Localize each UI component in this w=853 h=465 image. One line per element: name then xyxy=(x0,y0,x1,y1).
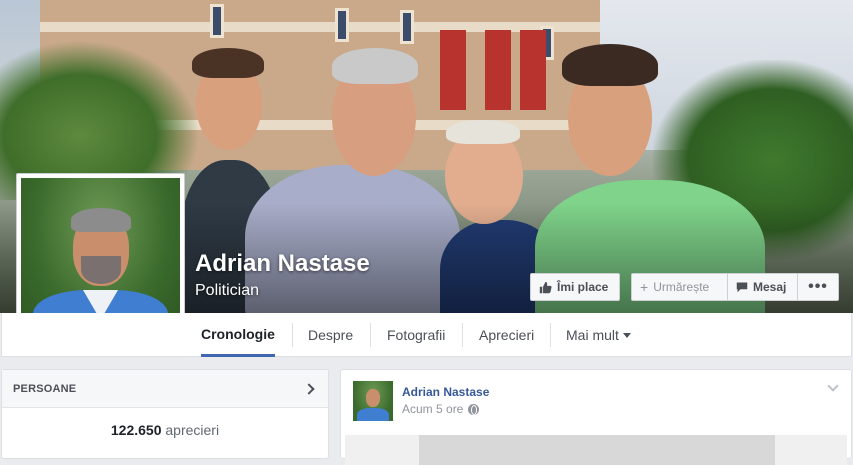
page-title[interactable]: Adrian Nastase xyxy=(195,250,370,278)
post-timestamp[interactable]: Acum 5 ore xyxy=(402,402,480,416)
chevron-right-icon[interactable] xyxy=(303,382,315,395)
follow-button-label: Urmărește xyxy=(653,280,710,294)
tab-label: Despre xyxy=(308,327,354,343)
likes-count[interactable]: 122.650 aprecieri xyxy=(2,422,328,438)
people-box-title: PERSOANE xyxy=(13,382,77,395)
chat-bubble-icon xyxy=(736,282,748,293)
post-author-name[interactable]: Adrian Nastase xyxy=(402,385,489,399)
plus-icon: + xyxy=(640,279,649,295)
tab-more[interactable]: Mai mult xyxy=(566,313,631,357)
tab-label: Cronologie xyxy=(201,325,275,342)
globe-icon xyxy=(468,403,480,415)
tab-about[interactable]: Despre xyxy=(308,313,353,357)
post-image xyxy=(419,435,775,465)
post-author-avatar[interactable] xyxy=(353,381,393,421)
likes-label: aprecieri xyxy=(165,422,220,438)
tab-timeline[interactable]: Cronologie xyxy=(201,313,275,357)
tab-likes[interactable]: Aprecieri xyxy=(479,313,534,357)
message-button[interactable]: Mesaj xyxy=(727,273,797,301)
caret-down-icon xyxy=(622,332,631,338)
message-button-label: Mesaj xyxy=(753,280,787,294)
follow-button[interactable]: + Urmărește xyxy=(631,273,727,301)
like-button[interactable]: Îmi place xyxy=(530,273,620,301)
people-box-header[interactable]: PERSOANE xyxy=(2,370,328,408)
post-time-label: Acum 5 ore xyxy=(402,402,464,416)
likes-number: 122.650 xyxy=(110,422,162,438)
like-button-label: Îmi place xyxy=(557,280,609,294)
more-options-button[interactable]: ••• xyxy=(797,273,839,301)
tab-label: Fotografii xyxy=(387,327,446,343)
page-category[interactable]: Politician xyxy=(195,282,259,300)
tab-photos[interactable]: Fotografii xyxy=(387,313,445,357)
tab-label: Aprecieri xyxy=(479,327,535,343)
thumbs-up-icon xyxy=(539,281,552,293)
chevron-down-icon[interactable] xyxy=(827,380,839,392)
people-box: PERSOANE 122.650 aprecieri xyxy=(1,369,329,459)
ellipsis-icon: ••• xyxy=(808,278,828,295)
timeline-post: Adrian Nastase Acum 5 ore xyxy=(340,369,852,465)
post-media[interactable] xyxy=(345,435,847,465)
tab-label: Mai mult xyxy=(566,327,619,343)
page-nav: Cronologie Despre Fotografii Aprecieri M… xyxy=(1,313,852,357)
